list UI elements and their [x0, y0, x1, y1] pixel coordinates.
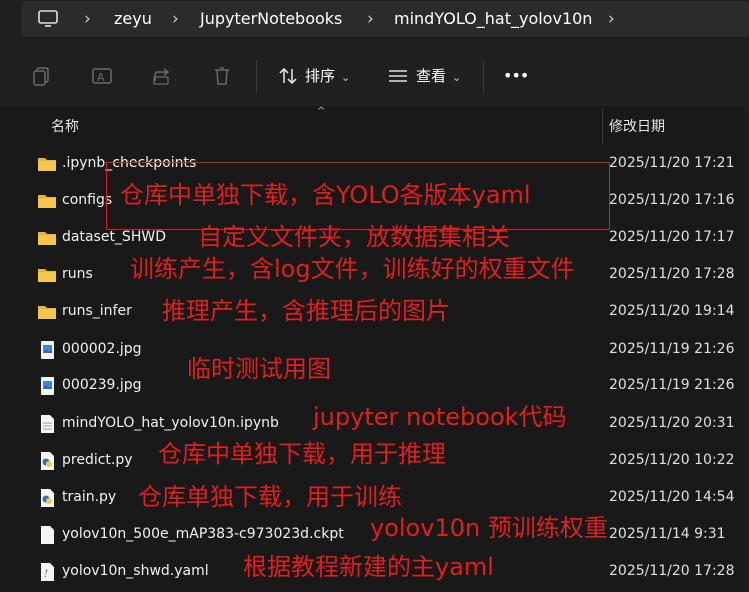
file-name: yolov10n_500e_mAP383-c973023d.ckpt — [62, 526, 344, 542]
file-name: dataset_SHWD — [62, 229, 166, 245]
view-button[interactable]: 查看 ⌄ — [416, 62, 461, 90]
folder-icon — [37, 266, 57, 284]
view-icon[interactable] — [384, 62, 412, 90]
file-date: 2025/11/20 10:22 — [609, 452, 735, 468]
annotation-dataset: 自定义文件夹，放数据集相关 — [198, 223, 510, 251]
annotation-runs: 训练产生，含log文件，训练好的权重文件 — [130, 255, 575, 283]
column-header: ^ 名称 修改日期 — [0, 106, 749, 144]
toolbar: A 排序 ⌄ 查看 ⌄ ••• — [0, 44, 749, 106]
annotation-yaml: 根据教程新建的主yaml — [243, 553, 494, 581]
svg-text:A: A — [97, 71, 105, 84]
annotation-runs-infer: 推理产生，含推理后的图片 — [162, 297, 450, 325]
file-name: runs_infer — [62, 303, 132, 319]
address-bar-region: › zeyu › JupyterNotebooks › mindYOLO_hat… — [0, 0, 749, 44]
annotation-test-images: 临时测试用图 — [187, 355, 331, 383]
folder-icon — [37, 192, 57, 210]
folder-icon — [37, 229, 57, 247]
file-row[interactable]: 000239.jpg 2025/11/19 21:26 — [0, 368, 749, 405]
file-date: 2025/11/20 17:28 — [609, 266, 735, 282]
file-name: mindYOLO_hat_yolov10n.ipynb — [62, 415, 279, 431]
column-name-header[interactable]: 名称 — [51, 116, 79, 136]
file-name: 000239.jpg — [62, 377, 142, 393]
breadcrumb-zeyu[interactable]: zeyu — [114, 1, 152, 37]
sort-icon[interactable] — [274, 62, 302, 90]
column-date-header[interactable]: 修改日期 — [609, 116, 665, 136]
sort-label: 排序 — [305, 67, 336, 85]
rename-icon: A — [92, 68, 112, 84]
document-icon — [37, 415, 57, 433]
view-label: 查看 — [416, 67, 447, 85]
file-name: 000002.jpg — [62, 341, 142, 357]
svg-text:!: ! — [44, 569, 48, 580]
chevron-right-icon[interactable]: › — [608, 1, 615, 37]
image-file-icon — [37, 341, 57, 359]
chevron-right-icon[interactable]: › — [172, 1, 179, 37]
file-date: 2025/11/20 20:31 — [609, 415, 735, 431]
chevron-down-icon: ⌄ — [452, 71, 462, 84]
annotation-configs: 仓库中单独下载，含YOLO各版本yaml — [120, 181, 531, 209]
copy-button[interactable] — [28, 62, 56, 90]
chevron-right-icon[interactable]: › — [84, 1, 91, 37]
file-date: 2025/11/20 17:17 — [609, 229, 735, 245]
file-row[interactable]: 000002.jpg 2025/11/19 21:26 — [0, 332, 749, 369]
file-date: 2025/11/20 17:16 — [609, 192, 735, 208]
vertical-scrollbar[interactable] — [744, 106, 749, 592]
file-date: 2025/11/20 19:14 — [609, 303, 735, 319]
file-date: 2025/11/20 17:21 — [609, 155, 735, 171]
toolbar-divider — [483, 60, 484, 94]
file-date: 2025/11/19 21:26 — [609, 377, 735, 393]
file-date: 2025/11/19 21:26 — [609, 341, 735, 357]
annotation-predict: 仓库中单独下载，用于推理 — [158, 440, 446, 468]
document-icon — [37, 526, 57, 544]
annotation-notebook: jupyter notebook代码 — [313, 403, 567, 431]
folder-icon — [37, 303, 57, 321]
file-name: train.py — [62, 489, 117, 505]
yaml-file-icon: ! — [37, 563, 57, 581]
monitor-icon[interactable] — [38, 10, 58, 32]
share-icon — [153, 68, 170, 85]
share-button[interactable] — [148, 62, 176, 90]
file-explorer-window: › zeyu › JupyterNotebooks › mindYOLO_hat… — [0, 0, 749, 592]
toolbar-divider — [256, 60, 257, 94]
file-name: predict.py — [62, 452, 133, 468]
delete-button[interactable] — [208, 62, 236, 90]
breadcrumb-jupyter-notebooks[interactable]: JupyterNotebooks — [200, 1, 342, 37]
folder-icon — [37, 155, 57, 173]
sort-ascending-icon: ^ — [317, 106, 326, 117]
file-name: runs — [62, 266, 93, 282]
sort-button[interactable]: 排序 ⌄ — [305, 62, 350, 90]
file-name: configs — [62, 192, 113, 208]
file-date: 2025/11/20 17:28 — [609, 563, 735, 579]
more-options-button[interactable]: ••• — [503, 62, 529, 90]
trash-icon — [215, 67, 229, 85]
address-bar[interactable]: › zeyu › JupyterNotebooks › mindYOLO_hat… — [22, 1, 749, 37]
annotation-train: 仓库单独下载，用于训练 — [138, 483, 402, 511]
file-date: 2025/11/20 14:54 — [609, 489, 735, 505]
python-file-icon — [37, 489, 57, 507]
breadcrumb-current-folder[interactable]: mindYOLO_hat_yolov10n — [394, 1, 592, 37]
rename-button[interactable]: A — [88, 62, 116, 90]
chevron-down-icon: ⌄ — [341, 71, 351, 84]
file-name: yolov10n_shwd.yaml — [62, 563, 209, 579]
image-file-icon — [37, 377, 57, 395]
python-file-icon — [37, 452, 57, 470]
annotation-ckpt: yolov10n 预训练权重 — [370, 514, 608, 542]
copy-icon — [33, 67, 49, 86]
file-date: 2025/11/14 9:31 — [609, 526, 726, 542]
column-divider[interactable] — [602, 108, 603, 144]
chevron-right-icon[interactable]: › — [367, 1, 374, 37]
